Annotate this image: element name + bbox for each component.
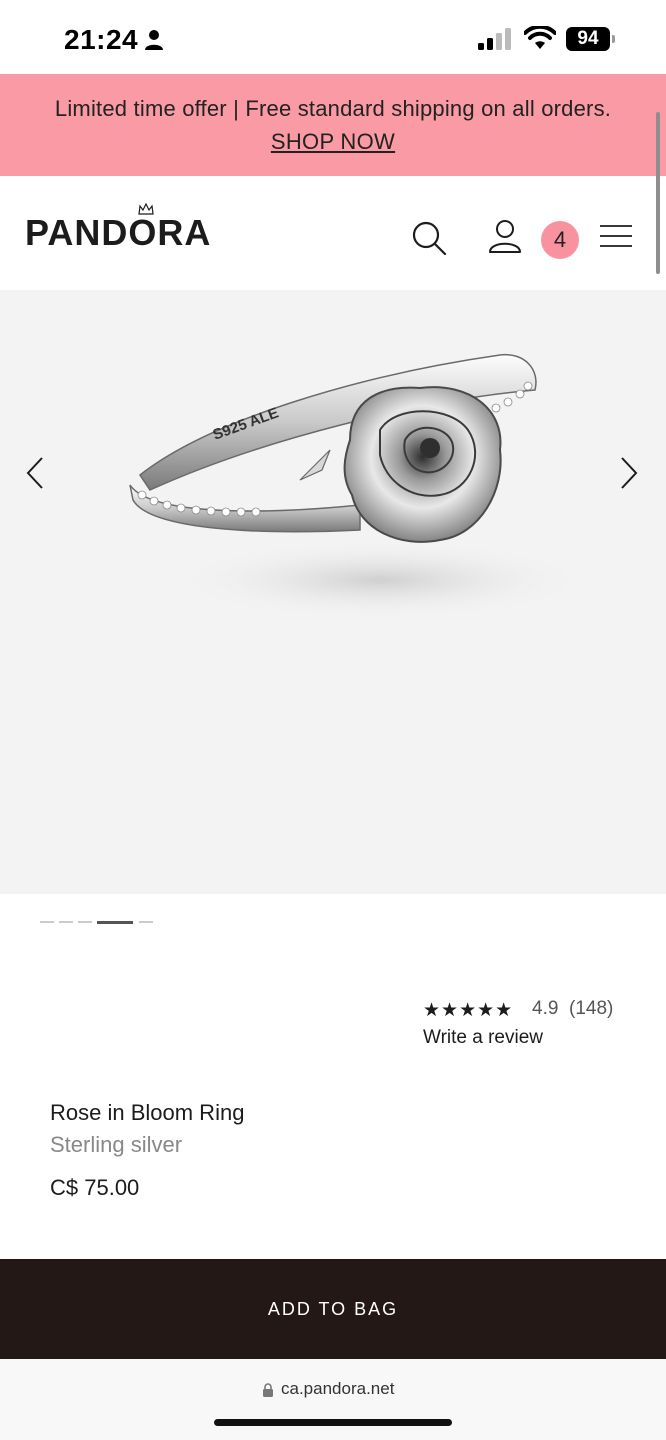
pagination-dot[interactable] <box>40 921 54 923</box>
cellular-signal-icon <box>478 28 511 50</box>
shop-now-link[interactable]: SHOP NOW <box>0 129 666 155</box>
cart-count-badge[interactable]: 4 <box>541 221 579 259</box>
pagination-dot-active[interactable] <box>97 921 133 924</box>
product-name: Rose in Bloom Ring <box>50 1100 245 1125</box>
product-material: Sterling silver <box>50 1132 183 1157</box>
site-header: PANDORA 4 <box>0 176 666 290</box>
product-price: C$ 75.00 <box>50 1175 140 1200</box>
lock-icon <box>263 1383 273 1397</box>
scrollbar[interactable] <box>656 112 660 274</box>
write-review-link[interactable]: Write a review <box>423 1027 543 1049</box>
promo-banner: Limited time offer | Free standard shipp… <box>0 74 666 176</box>
menu-icon[interactable] <box>598 222 634 250</box>
previous-image-button[interactable] <box>20 450 54 496</box>
product-page: 21:24 94 Limited time offer | Free stand… <box>0 0 666 1440</box>
battery-level: 94 <box>577 28 599 49</box>
browser-url-bar[interactable]: ca.pandora.net <box>0 1359 666 1440</box>
status-bar: 21:24 94 <box>0 0 666 74</box>
pandora-logo[interactable]: PANDORA <box>25 212 211 254</box>
crown-icon <box>138 203 154 215</box>
add-to-bag-button[interactable]: ADD TO BAG <box>0 1259 666 1359</box>
url-text[interactable]: ca.pandora.net <box>281 1379 394 1399</box>
product-image: S925 ALE <box>129 354 590 620</box>
status-time: 21:24 <box>64 24 139 55</box>
pagination-dot[interactable] <box>139 921 153 923</box>
battery-indicator: 94 <box>566 27 616 51</box>
search-icon[interactable] <box>410 219 448 257</box>
pagination-dot[interactable] <box>59 921 73 923</box>
review-count[interactable]: (148) <box>569 998 613 1020</box>
wifi-icon <box>524 26 556 49</box>
product-image-gallery[interactable]: S925 ALE <box>0 290 666 894</box>
person-icon <box>145 30 163 50</box>
rating-stars: ★★★★★ <box>423 1000 514 1021</box>
pagination-dot[interactable] <box>78 921 92 923</box>
promo-text: Limited time offer | Free standard shipp… <box>54 96 612 121</box>
next-image-button[interactable] <box>612 450 646 496</box>
home-indicator[interactable] <box>214 1419 452 1426</box>
rating-value: 4.9 <box>532 998 559 1019</box>
account-icon[interactable] <box>486 218 524 256</box>
